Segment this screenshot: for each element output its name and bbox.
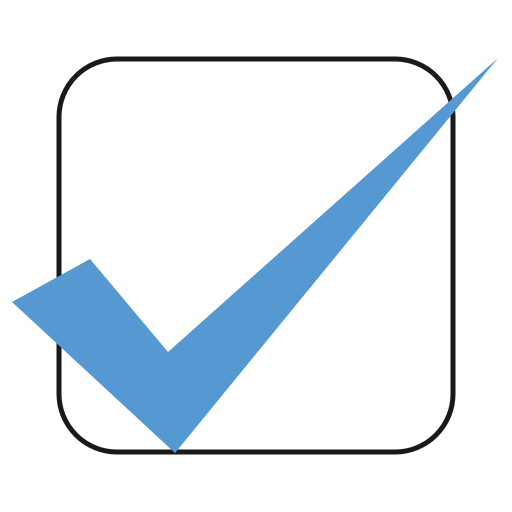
checkbox-icon-canvas: [0, 0, 512, 512]
checkbox-checked-icon[interactable]: [0, 0, 512, 512]
